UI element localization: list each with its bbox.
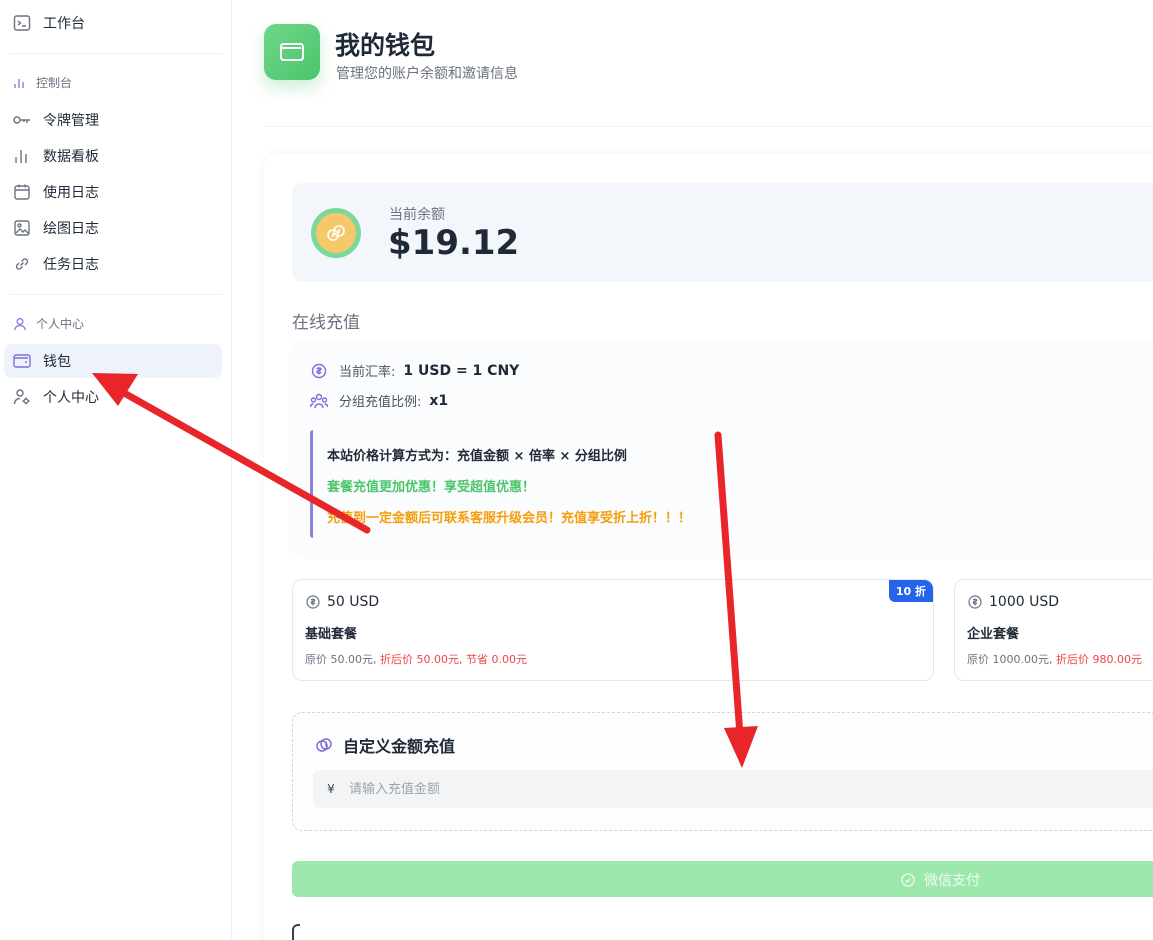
sidebar-item-profile[interactable]: 个人中心 bbox=[4, 380, 222, 414]
package-price: 原价 50.00元, 折后价 50.00元, 节省 0.00元 bbox=[305, 651, 527, 667]
sidebar-item-label: 令牌管理 bbox=[43, 113, 99, 129]
terminal-icon bbox=[12, 13, 32, 33]
currency-symbol: ¥ bbox=[327, 782, 335, 796]
notice-promo: 套餐充值更加优惠！享受超值优惠！ bbox=[327, 480, 536, 495]
pay-button-label: 微信支付 bbox=[924, 872, 980, 888]
group-ratio-label: 分组充值比例: bbox=[339, 395, 422, 410]
amount-input-wrapper: ¥ bbox=[313, 770, 1153, 808]
exchange-rate-value: 1 USD = 1 CNY bbox=[403, 362, 520, 379]
user-settings-icon bbox=[12, 387, 32, 407]
sidebar-item-dashboard[interactable]: 数据看板 bbox=[4, 139, 222, 173]
section-label-console: 控制台 bbox=[36, 76, 73, 90]
package-card-basic[interactable]: 10 折 50 USD 基础套餐 原价 50.00元, 折后价 50.00元, … bbox=[292, 579, 934, 681]
sidebar-item-wallet[interactable]: 钱包 bbox=[4, 344, 222, 378]
dollar-circle-icon bbox=[305, 594, 321, 610]
sidebar-item-label: 个人中心 bbox=[43, 390, 99, 406]
user-icon bbox=[12, 316, 28, 332]
section-personal: 个人中心 bbox=[12, 315, 84, 332]
wechat-icon bbox=[900, 872, 916, 888]
balance-value: $19.12 bbox=[388, 223, 520, 263]
coins-icon bbox=[314, 735, 334, 755]
calendar-icon bbox=[12, 182, 32, 202]
main-content: 我的钱包 管理您的账户余额和邀请信息 当前余额 $19.12 在线充值 当前汇率… bbox=[232, 0, 1153, 940]
group-ratio-value: x1 bbox=[429, 392, 449, 409]
sidebar-item-usage-logs[interactable]: 使用日志 bbox=[4, 175, 222, 209]
section-console: 控制台 bbox=[12, 74, 72, 91]
package-original-price: 原价 1000.00元, bbox=[967, 653, 1053, 666]
page-title: 我的钱包 bbox=[335, 31, 436, 60]
discount-badge: 10 折 bbox=[888, 580, 933, 602]
divider bbox=[264, 126, 1153, 127]
sidebar-item-workbench[interactable]: 工作台 bbox=[4, 6, 222, 40]
custom-amount-title: 自定义金额充值 bbox=[314, 733, 455, 757]
pricing-notice: 本站价格计算方式为：充值金额 × 倍率 × 分组比例 套餐充值更加优惠！享受超值… bbox=[310, 430, 1153, 538]
package-original-price: 原价 50.00元, bbox=[305, 653, 377, 666]
link-icon bbox=[12, 254, 32, 274]
custom-amount-input[interactable] bbox=[349, 781, 949, 797]
sidebar-item-label: 绘图日志 bbox=[43, 221, 99, 237]
package-card-enterprise[interactable]: 1000 USD 企业套餐 原价 1000.00元, 折后价 980.00元 bbox=[954, 579, 1153, 681]
sidebar-item-label: 数据看板 bbox=[43, 149, 99, 165]
package-name: 企业套餐 bbox=[967, 627, 1020, 642]
sidebar: 工作台 控制台 令牌管理 数据看板 使用日志 绘图日志 任务日志 个人中心 钱包… bbox=[0, 0, 232, 940]
dollar-circle-icon bbox=[967, 594, 983, 610]
exchange-rate-row: 当前汇率: 1 USD = 1 CNY bbox=[310, 361, 519, 380]
sidebar-item-label: 工作台 bbox=[43, 16, 85, 32]
notice-membership: 充值到一定金额后可联系客服升级会员！充值享受折上折！！！ bbox=[327, 511, 692, 526]
recharge-section-title: 在线充值 bbox=[292, 313, 360, 333]
wallet-icon bbox=[264, 24, 320, 80]
currency-exchange-icon bbox=[310, 362, 328, 380]
group-ratio-row: 分组充值比例: x1 bbox=[310, 391, 448, 410]
divider bbox=[10, 294, 222, 295]
balance-label: 当前余额 bbox=[389, 207, 445, 223]
package-amount: 1000 USD bbox=[989, 594, 1059, 610]
next-section-edge bbox=[292, 924, 300, 940]
notice-formula: 本站价格计算方式为：充值金额 × 倍率 × 分组比例 bbox=[327, 449, 627, 464]
section-label-personal: 个人中心 bbox=[36, 317, 85, 331]
custom-amount-title-text: 自定义金额充值 bbox=[343, 737, 456, 756]
package-price: 原价 1000.00元, 折后价 980.00元 bbox=[967, 651, 1142, 667]
sidebar-item-label: 使用日志 bbox=[43, 185, 99, 201]
sidebar-item-drawing-logs[interactable]: 绘图日志 bbox=[4, 211, 222, 245]
image-icon bbox=[12, 218, 32, 238]
package-amount: 50 USD bbox=[327, 594, 380, 610]
exchange-rate-label: 当前汇率: bbox=[339, 365, 396, 380]
bar-chart-icon bbox=[12, 75, 28, 91]
sidebar-item-label: 钱包 bbox=[43, 354, 71, 370]
users-icon bbox=[310, 392, 328, 410]
package-name: 基础套餐 bbox=[305, 627, 358, 642]
sidebar-item-task-logs[interactable]: 任务日志 bbox=[4, 247, 222, 281]
package-discount-price: 折后价 980.00元 bbox=[1055, 653, 1142, 666]
package-discount-price: 折后价 50.00元, 节省 0.00元 bbox=[379, 653, 527, 666]
key-icon bbox=[12, 110, 32, 130]
wallet-icon bbox=[12, 351, 32, 371]
divider bbox=[10, 53, 222, 54]
bar-chart-icon bbox=[12, 146, 32, 166]
page-subtitle: 管理您的账户余额和邀请信息 bbox=[336, 66, 518, 82]
sidebar-item-tokens[interactable]: 令牌管理 bbox=[4, 103, 222, 137]
wechat-pay-button[interactable]: 微信支付 bbox=[292, 861, 1153, 897]
sidebar-item-label: 任务日志 bbox=[43, 257, 99, 273]
coin-icon bbox=[311, 208, 361, 258]
